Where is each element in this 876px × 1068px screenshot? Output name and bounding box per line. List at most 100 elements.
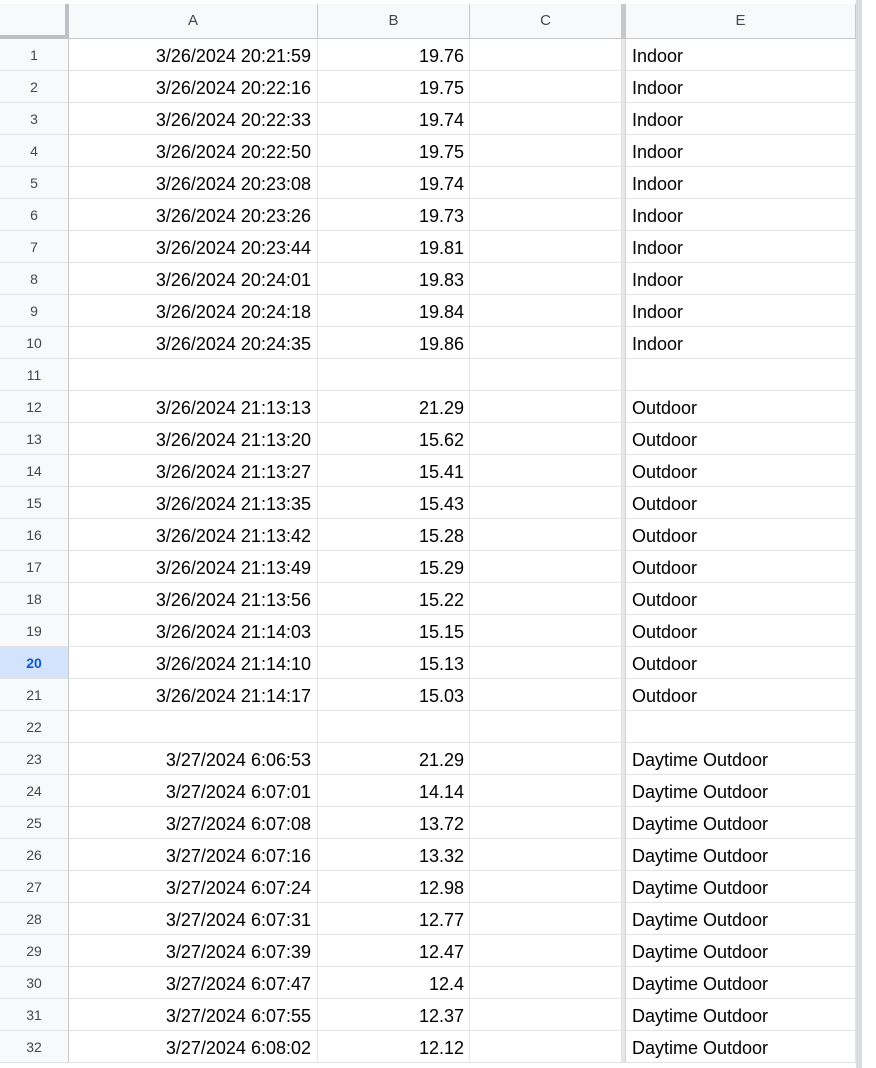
cell-c[interactable] — [470, 679, 622, 711]
cell-e[interactable] — [626, 711, 856, 743]
cell-e[interactable]: Outdoor — [626, 647, 856, 679]
row-header[interactable]: 8 — [0, 263, 69, 295]
column-header-b[interactable]: B — [318, 4, 470, 39]
cell-b[interactable]: 12.37 — [318, 999, 470, 1031]
cell-e[interactable]: Indoor — [626, 103, 856, 135]
cell-c[interactable] — [470, 711, 622, 743]
cell-b[interactable]: 19.73 — [318, 199, 470, 231]
cell-a[interactable]: 3/26/2024 20:23:26 — [69, 199, 318, 231]
cell-b[interactable]: 15.41 — [318, 455, 470, 487]
cell-c[interactable] — [470, 999, 622, 1031]
cell-c[interactable] — [470, 327, 622, 359]
row-header[interactable]: 25 — [0, 807, 69, 839]
cell-c[interactable] — [470, 807, 622, 839]
cell-b[interactable]: 19.74 — [318, 167, 470, 199]
cell-e[interactable]: Daytime Outdoor — [626, 999, 856, 1031]
cell-b[interactable]: 12.98 — [318, 871, 470, 903]
cell-b[interactable]: 15.62 — [318, 423, 470, 455]
cell-c[interactable] — [470, 903, 622, 935]
cell-a[interactable]: 3/26/2024 20:22:33 — [69, 103, 318, 135]
cell-a[interactable]: 3/26/2024 21:13:13 — [69, 391, 318, 423]
row-header[interactable]: 24 — [0, 775, 69, 807]
cell-e[interactable]: Outdoor — [626, 391, 856, 423]
row-header[interactable]: 12 — [0, 391, 69, 423]
cell-a[interactable]: 3/26/2024 20:24:35 — [69, 327, 318, 359]
row-header[interactable]: 20 — [0, 647, 69, 679]
cell-a[interactable]: 3/26/2024 21:14:10 — [69, 647, 318, 679]
cell-c[interactable] — [470, 871, 622, 903]
cell-e[interactable]: Outdoor — [626, 455, 856, 487]
cell-e[interactable]: Indoor — [626, 263, 856, 295]
cell-b[interactable]: 15.13 — [318, 647, 470, 679]
cell-c[interactable] — [470, 519, 622, 551]
cell-c[interactable] — [470, 391, 622, 423]
cell-b[interactable]: 15.29 — [318, 551, 470, 583]
row-header[interactable]: 3 — [0, 103, 69, 135]
cell-b[interactable]: 12.12 — [318, 1031, 470, 1063]
cell-c[interactable] — [470, 167, 622, 199]
cell-a[interactable]: 3/27/2024 6:07:31 — [69, 903, 318, 935]
cell-c[interactable] — [470, 455, 622, 487]
cell-c[interactable] — [470, 71, 622, 103]
row-header[interactable]: 28 — [0, 903, 69, 935]
cell-a[interactable]: 3/27/2024 6:07:39 — [69, 935, 318, 967]
row-header[interactable]: 4 — [0, 135, 69, 167]
cell-e[interactable]: Daytime Outdoor — [626, 935, 856, 967]
cell-a[interactable]: 3/26/2024 21:14:17 — [69, 679, 318, 711]
cell-a[interactable]: 3/26/2024 20:23:44 — [69, 231, 318, 263]
cell-e[interactable]: Indoor — [626, 167, 856, 199]
cell-c[interactable] — [470, 743, 622, 775]
cell-e[interactable]: Daytime Outdoor — [626, 871, 856, 903]
cell-b[interactable]: 19.81 — [318, 231, 470, 263]
row-header[interactable]: 31 — [0, 999, 69, 1031]
row-header[interactable]: 26 — [0, 839, 69, 871]
cell-e[interactable]: Daytime Outdoor — [626, 743, 856, 775]
cell-a[interactable]: 3/26/2024 21:13:27 — [69, 455, 318, 487]
cell-e[interactable]: Daytime Outdoor — [626, 839, 856, 871]
cell-a[interactable]: 3/26/2024 21:14:03 — [69, 615, 318, 647]
cell-b[interactable]: 19.74 — [318, 103, 470, 135]
row-header[interactable]: 30 — [0, 967, 69, 999]
cell-c[interactable] — [470, 967, 622, 999]
cell-a[interactable]: 3/26/2024 20:22:16 — [69, 71, 318, 103]
row-header[interactable]: 21 — [0, 679, 69, 711]
cell-b[interactable]: 13.32 — [318, 839, 470, 871]
cell-e[interactable]: Indoor — [626, 231, 856, 263]
row-header[interactable]: 15 — [0, 487, 69, 519]
cell-a[interactable]: 3/26/2024 20:22:50 — [69, 135, 318, 167]
cell-a[interactable]: 3/27/2024 6:07:47 — [69, 967, 318, 999]
cell-e[interactable]: Indoor — [626, 135, 856, 167]
cell-a[interactable]: 3/26/2024 21:13:35 — [69, 487, 318, 519]
cell-a[interactable] — [69, 359, 318, 391]
cell-c[interactable] — [470, 295, 622, 327]
cell-c[interactable] — [470, 487, 622, 519]
row-header[interactable]: 10 — [0, 327, 69, 359]
cell-e[interactable]: Indoor — [626, 39, 856, 71]
cell-e[interactable] — [626, 359, 856, 391]
cell-e[interactable]: Outdoor — [626, 583, 856, 615]
cell-a[interactable]: 3/27/2024 6:08:02 — [69, 1031, 318, 1063]
cell-b[interactable] — [318, 359, 470, 391]
cell-e[interactable]: Indoor — [626, 327, 856, 359]
row-header[interactable]: 16 — [0, 519, 69, 551]
cell-c[interactable] — [470, 103, 622, 135]
cell-b[interactable]: 15.28 — [318, 519, 470, 551]
cell-c[interactable] — [470, 615, 622, 647]
cell-b[interactable]: 19.75 — [318, 135, 470, 167]
select-all-corner[interactable] — [0, 4, 69, 39]
cell-c[interactable] — [470, 935, 622, 967]
row-header[interactable]: 2 — [0, 71, 69, 103]
cell-a[interactable]: 3/26/2024 20:24:18 — [69, 295, 318, 327]
cell-e[interactable]: Daytime Outdoor — [626, 775, 856, 807]
row-header[interactable]: 17 — [0, 551, 69, 583]
column-header-e[interactable]: E — [626, 4, 856, 39]
row-header[interactable]: 13 — [0, 423, 69, 455]
row-header[interactable]: 7 — [0, 231, 69, 263]
cell-c[interactable] — [470, 839, 622, 871]
cell-a[interactable] — [69, 711, 318, 743]
cell-a[interactable]: 3/26/2024 20:23:08 — [69, 167, 318, 199]
row-header[interactable]: 27 — [0, 871, 69, 903]
cell-c[interactable] — [470, 231, 622, 263]
cell-b[interactable]: 15.43 — [318, 487, 470, 519]
cell-e[interactable]: Indoor — [626, 199, 856, 231]
